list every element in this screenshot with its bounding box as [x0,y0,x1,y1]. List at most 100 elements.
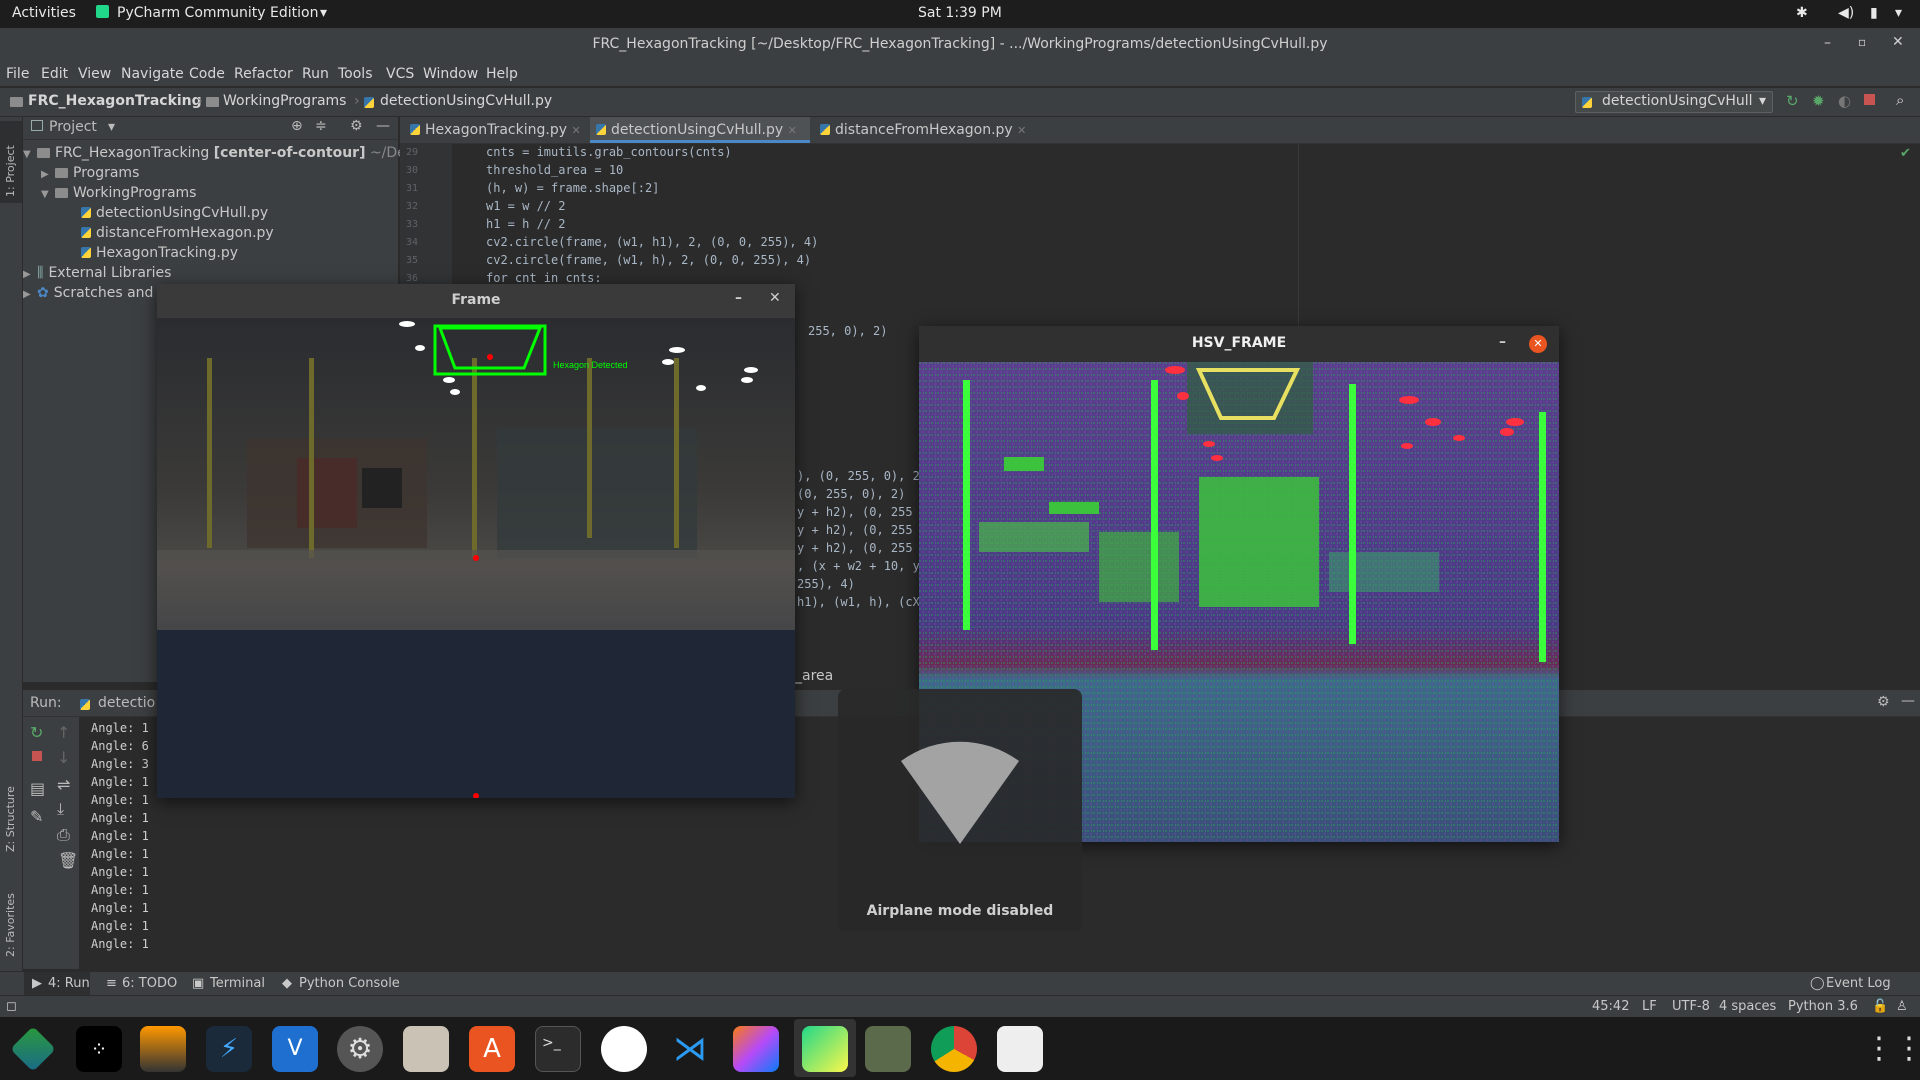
close-icon[interactable]: ✕ [1892,34,1904,50]
hide-icon[interactable]: — [1901,693,1915,709]
gear-icon[interactable]: ⚙ [350,118,363,134]
clock[interactable]: Sat 1:39 PM [918,5,1002,21]
menu-refactor[interactable]: Refactor [234,66,293,82]
line-separator[interactable]: LF [1642,999,1657,1014]
close-icon[interactable]: ✕ [769,290,781,306]
hide-icon[interactable]: — [376,118,390,134]
print-icon[interactable]: ⎙ [57,825,70,845]
breadcrumb-file[interactable]: detectionUsingCvHull.py [380,93,552,109]
coverage-icon[interactable]: ◐ [1838,92,1851,110]
search-icon[interactable]: ⌕ [1896,91,1904,109]
project-view-select[interactable]: Project [49,119,97,135]
tab-run[interactable]: ▶ 4: Run [24,972,90,996]
app-4-icon[interactable]: ⚡ [206,1026,252,1072]
restore-icon[interactable]: ▫ [1858,35,1866,49]
close-icon[interactable]: ✕ [788,124,797,137]
tidal-icon[interactable]: ⁘ [76,1026,122,1072]
hector-icon[interactable]: ♙ [1896,999,1908,1014]
code-line[interactable]: (h, w) = frame.shape[:2] [486,181,659,195]
menu-file[interactable]: File [6,66,29,82]
down-arrow-icon[interactable]: ↓ [57,748,70,767]
code-line[interactable]: cnts = imutils.grab_contours(cnts) [486,145,732,159]
vscode-icon[interactable]: ⋊ [667,1026,713,1072]
code-line[interactable]: h1 = h // 2 [486,217,565,231]
interpreter[interactable]: Python 3.6 [1788,999,1858,1014]
software-center-icon[interactable]: A [469,1026,515,1072]
app-1-icon[interactable] [10,1026,56,1072]
menu-tools[interactable]: Tools [338,66,373,82]
gear-icon[interactable]: ⚙ [1877,694,1890,710]
tree-item-external-libraries[interactable]: ▶ ⫼ External Libraries [23,263,171,283]
show-apps-icon[interactable]: ⋮⋮⋮ [1864,1026,1920,1072]
rerun-icon[interactable]: ↻ [30,723,43,742]
intellij-icon[interactable] [733,1026,779,1072]
frame-window[interactable]: Frame – ✕ Hexagon Detected [157,284,795,798]
close-icon[interactable]: ✕ [571,124,580,137]
stop-icon[interactable] [1864,94,1875,105]
hsv-window-titlebar[interactable]: HSV_FRAME – ✕ [919,326,1559,362]
pycharm-icon[interactable] [802,1026,848,1072]
up-arrow-icon[interactable]: ↑ [57,723,70,742]
locate-icon[interactable]: ⊕ [291,118,303,134]
minimize-icon[interactable]: – [735,290,742,306]
chevron-down-icon[interactable]: ▾ [108,119,115,135]
layout-icon[interactable]: ▤ [30,779,45,798]
tab-detectionusingcvhull[interactable]: detectionUsingCvHull.py ✕ [590,117,810,143]
run-config-select[interactable]: detectionUsingCvHull ▾ [1575,91,1773,113]
app-menu-button[interactable]: PyCharm Community Edition [117,5,318,21]
code-line[interactable]: cv2.circle(frame, (w1, h), 2, (0, 0, 255… [486,253,811,267]
close-icon[interactable]: ✕ [1529,335,1547,353]
code-line[interactable]: cv2.circle(frame, (w1, h1), 2, (0, 0, 25… [486,235,818,249]
toggle-tool-windows-icon[interactable]: ◻ [6,999,17,1014]
text-editor-icon[interactable] [997,1026,1043,1072]
tree-item-scratches[interactable]: ▶ ✿ Scratches and [23,283,153,303]
tree-item-file[interactable]: detectionUsingCvHull.py [81,203,268,223]
menu-window[interactable]: Window [423,66,478,82]
code-line[interactable]: for cnt in cnts: [486,271,602,285]
minecraft-icon[interactable] [865,1026,911,1072]
terminal-icon[interactable]: >_ [535,1026,581,1072]
stop-icon[interactable] [32,751,42,761]
menu-navigate[interactable]: Navigate [121,66,184,82]
run-config-tab[interactable]: detectio [98,695,155,711]
system-menu-chevron-icon[interactable]: ▾ [1895,5,1902,21]
debug-icon[interactable]: ✹ [1812,92,1825,110]
scroll-end-icon[interactable]: ⤓ [57,799,64,819]
rerun-icon[interactable]: ↻ [1786,92,1799,110]
settings-icon[interactable]: ⚙ [337,1026,383,1072]
network-icon[interactable]: ✱ [1796,5,1808,21]
tree-item-file[interactable]: distanceFromHexagon.py [81,223,274,243]
file-encoding[interactable]: UTF-8 [1672,999,1710,1014]
breadcrumb-project[interactable]: FRC_HexagonTracking [28,93,202,109]
menu-view[interactable]: View [78,66,111,82]
frame-window-titlebar[interactable]: Frame – ✕ [157,284,795,318]
volume-icon[interactable]: ◀) [1838,5,1854,21]
tool-project-label[interactable]: 1: Project [4,145,17,197]
collapse-icon[interactable]: ≑ [315,118,327,134]
tree-item-project-root[interactable]: ▼ FRC_HexagonTracking [center-of-contour]… [23,143,406,163]
menu-help[interactable]: Help [486,66,518,82]
caret-position[interactable]: 45:42 [1592,999,1629,1014]
lock-icon[interactable]: 🔓 [1872,999,1888,1014]
tree-item-file[interactable]: HexagonTracking.py [81,243,238,263]
code-line[interactable]: w1 = w // 2 [486,199,565,213]
files-icon[interactable] [403,1026,449,1072]
minimize-icon[interactable]: – [1499,334,1506,350]
tab-hexagontracking[interactable]: HexagonTracking.py ✕ [404,117,592,143]
breadcrumb-folder[interactable]: WorkingPrograms [223,93,346,109]
pin-icon[interactable]: ✎ [30,807,43,826]
activities-button[interactable]: Activities [12,5,76,21]
menu-vcs[interactable]: VCS [386,66,414,82]
tab-distancefromhexagon[interactable]: distanceFromHexagon.py ✕ [814,117,1042,143]
tool-structure-label[interactable]: Z: Structure [4,786,17,852]
tree-item-workingprograms[interactable]: ▼ WorkingPrograms [41,183,196,203]
indent-setting[interactable]: 4 spaces [1719,999,1776,1014]
code-line[interactable]: threshold_area = 10 [486,163,623,177]
minimize-icon[interactable]: – [1824,35,1831,51]
menu-edit[interactable]: Edit [41,66,68,82]
sublime-text-icon[interactable] [140,1026,186,1072]
battery-icon[interactable]: ▮ [1870,5,1878,21]
trash-icon[interactable]: 🗑 [58,851,78,870]
menu-code[interactable]: Code [189,66,225,82]
tool-favorites-label[interactable]: 2: Favorites [4,893,17,957]
